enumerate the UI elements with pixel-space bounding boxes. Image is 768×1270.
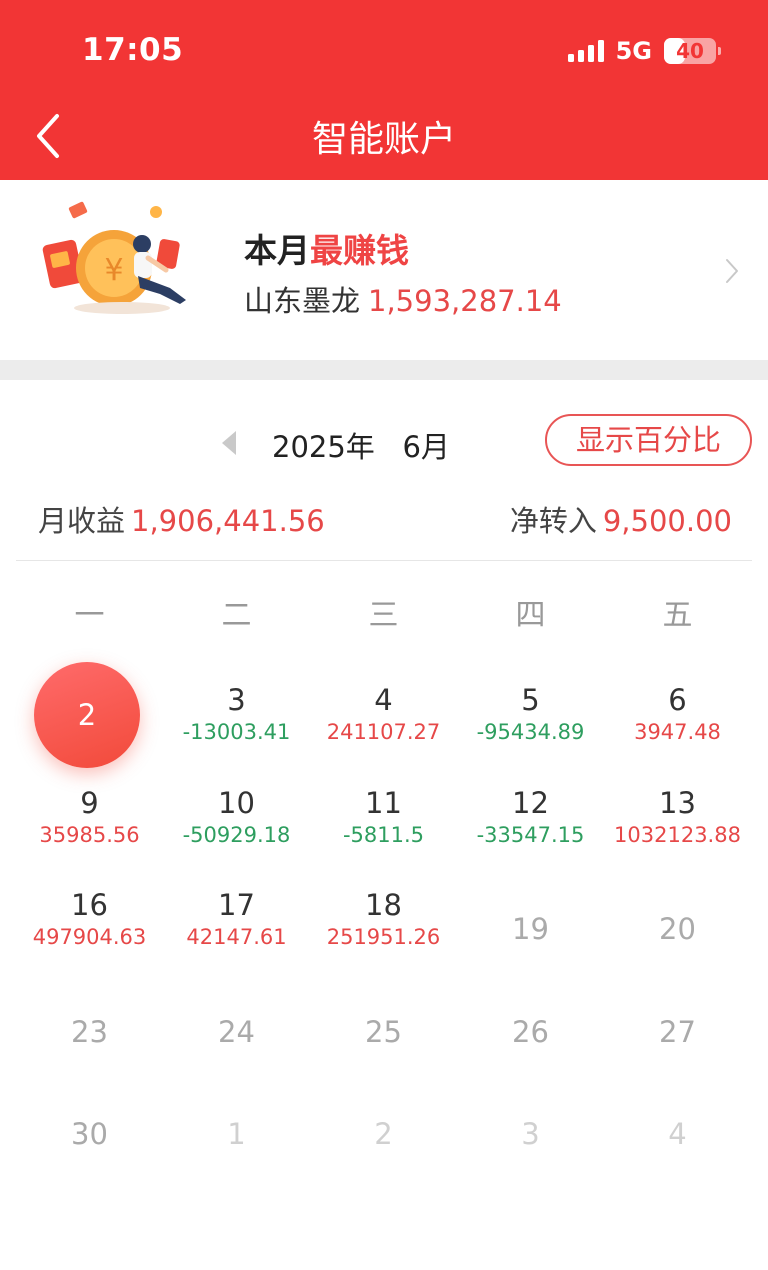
best-stock-amount: 1,593,287.14 xyxy=(368,284,562,318)
day-profit: 3947.48 xyxy=(634,720,721,744)
coin-illustration: ¥ xyxy=(42,201,186,314)
weekday-label: 二 xyxy=(221,598,252,633)
day-profit: -50929.18 xyxy=(182,822,291,847)
best-title-plain: 本月 xyxy=(244,231,310,270)
day-profit: -5811.5 xyxy=(342,822,425,847)
status-icons: 5G 40 xyxy=(567,36,721,66)
battery-icon: 40 xyxy=(664,38,721,64)
day-number: 16 xyxy=(71,888,108,922)
weekday-label: 四 xyxy=(515,598,546,633)
day-number: 4 xyxy=(374,683,393,717)
weekday-label: 一 xyxy=(74,598,105,633)
best-earner-title: 本月最赚钱 xyxy=(244,224,409,272)
calendar-day[interactable]: 6 3947.48 xyxy=(604,682,751,784)
income-value: 1,906,441.56 xyxy=(131,504,325,538)
calendar-day[interactable]: 12 -33547.15 xyxy=(457,785,604,887)
best-earner-detail: 山东墨龙 1,593,287.14 xyxy=(244,278,562,320)
calendar-day[interactable]: 24 xyxy=(163,990,310,1092)
day-number: 11 xyxy=(365,785,402,820)
weekday-label: 五 xyxy=(662,598,693,633)
calendar-day[interactable]: 5 -95434.89 xyxy=(457,682,604,784)
selected-day[interactable]: 2 xyxy=(34,662,140,768)
day-number: 3 xyxy=(227,683,246,717)
calendar-day[interactable]: 11 -5811.5 xyxy=(310,785,457,887)
triangle-left-icon[interactable] xyxy=(218,428,240,458)
day-profit: -13003.41 xyxy=(182,720,291,744)
show-percent-button[interactable]: 显示百分比 xyxy=(545,414,752,466)
month-label[interactable]: 2025年 6月 xyxy=(272,424,450,466)
day-number: 27 xyxy=(659,1014,696,1049)
calendar-day[interactable]: 2 xyxy=(310,1092,457,1194)
calendar-day[interactable]: 2 xyxy=(16,660,163,768)
day-profit: 241107.27 xyxy=(326,720,441,744)
calendar-day[interactable]: 13 1032123.88 xyxy=(604,785,751,887)
day-number: 9 xyxy=(80,785,99,820)
calendar-day[interactable]: 4 241107.27 xyxy=(310,682,457,784)
calendar-day[interactable]: 16 497904.63 xyxy=(16,887,163,989)
day-profit: 251951.26 xyxy=(326,925,441,949)
chevron-right-icon[interactable] xyxy=(722,256,742,286)
divider-line xyxy=(16,560,752,561)
day-number: 5 xyxy=(521,683,540,717)
calendar-day[interactable]: 9 35985.56 xyxy=(16,785,163,887)
calendar-day[interactable]: 3 -13003.41 xyxy=(163,682,310,784)
status-time: 17:05 xyxy=(82,32,184,68)
day-number: 17 xyxy=(218,888,255,922)
battery-level: 40 xyxy=(676,39,704,63)
day-number: 18 xyxy=(365,888,402,922)
calendar-day[interactable]: 18 251951.26 xyxy=(310,887,457,989)
day-number: 19 xyxy=(512,912,549,946)
weekday-header: 一 二 三 四 五 xyxy=(16,590,752,634)
calendar-day[interactable]: 10 -50929.18 xyxy=(163,785,310,887)
section-divider xyxy=(0,360,768,380)
calendar-day[interactable]: 25 xyxy=(310,990,457,1092)
signal-icon xyxy=(567,40,604,62)
calendar-day[interactable]: 4 xyxy=(604,1092,751,1194)
page-title: 智能账户 xyxy=(311,119,456,160)
monthly-income: 月收益 1,906,441.56 xyxy=(38,498,325,540)
income-label: 月收益 xyxy=(38,504,126,538)
weekday-label: 三 xyxy=(368,598,399,633)
day-number: 2 xyxy=(374,1117,393,1151)
network-label: 5G xyxy=(615,37,652,65)
best-stock-name: 山东墨龙 xyxy=(244,284,361,318)
day-number: 30 xyxy=(71,1117,108,1151)
net-transfer: 净转入 9,500.00 xyxy=(510,498,732,540)
day-profit: 35985.56 xyxy=(39,822,140,847)
day-profit: -33547.15 xyxy=(476,822,585,847)
day-number: 23 xyxy=(71,1014,108,1049)
transfer-label: 净转入 xyxy=(509,504,597,538)
day-profit: 497904.63 xyxy=(32,925,147,949)
calendar-day[interactable]: 20 xyxy=(604,887,751,989)
svg-text:¥: ¥ xyxy=(104,253,123,288)
day-profit: 42147.61 xyxy=(186,925,287,949)
calendar-day[interactable]: 17 42147.61 xyxy=(163,887,310,989)
day-number: 24 xyxy=(218,1014,255,1049)
day-number: 26 xyxy=(512,1014,549,1049)
day-number: 25 xyxy=(365,1014,402,1049)
calendar-day[interactable]: 30 xyxy=(16,1092,163,1194)
day-number: 10 xyxy=(218,785,255,820)
calendar-day[interactable]: 27 xyxy=(604,990,751,1092)
day-profit: -95434.89 xyxy=(476,720,585,744)
calendar-day[interactable]: 26 xyxy=(457,990,604,1092)
calendar-day[interactable]: 23 xyxy=(16,990,163,1092)
day-profit: 1032123.88 xyxy=(614,822,741,847)
day-number: 1 xyxy=(227,1117,246,1151)
day-number: 4 xyxy=(668,1117,687,1151)
calendar-day[interactable]: 3 xyxy=(457,1092,604,1194)
transfer-value: 9,500.00 xyxy=(602,504,732,538)
day-number: 12 xyxy=(512,785,549,820)
day-number: 3 xyxy=(521,1117,540,1151)
day-number: 13 xyxy=(659,785,696,820)
calendar-day[interactable]: 1 xyxy=(163,1092,310,1194)
day-number: 20 xyxy=(659,912,696,946)
best-title-highlight: 最赚钱 xyxy=(310,231,409,270)
calendar-day[interactable]: 19 xyxy=(457,887,604,989)
day-number: 6 xyxy=(668,683,687,717)
top-bar: 17:05 5G 40 智能账户 xyxy=(0,0,768,180)
